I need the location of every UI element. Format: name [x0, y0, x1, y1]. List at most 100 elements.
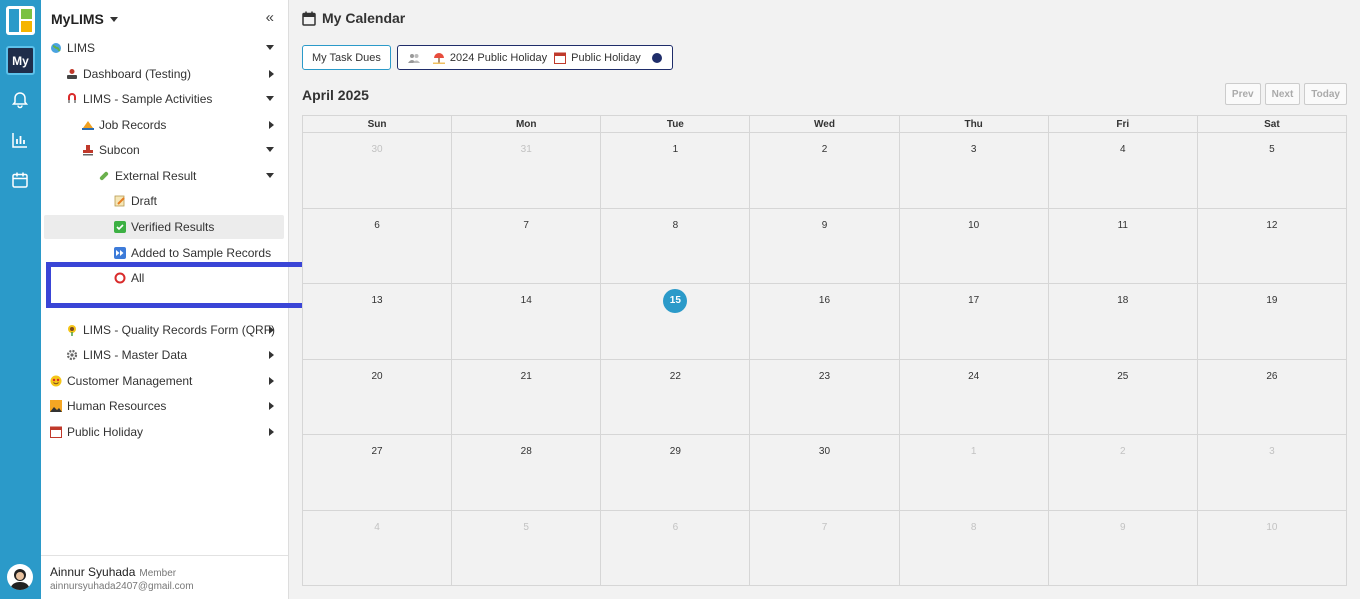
calendar-day[interactable]: 16: [750, 284, 900, 359]
user-profile[interactable]: Ainnur Syuhada Member ainnursyuhada2407@g…: [41, 555, 288, 599]
calendar-day[interactable]: 28: [452, 435, 602, 510]
calendar-day[interactable]: 13: [303, 284, 453, 359]
my-task-dues-button[interactable]: My Task Dues: [302, 45, 391, 70]
calendar-day[interactable]: 14: [452, 284, 602, 359]
sidebar-item-public-holiday[interactable]: Public Holiday: [44, 420, 284, 444]
calendar-day[interactable]: 24: [900, 359, 1049, 434]
calendar-day[interactable]: 2: [1049, 435, 1198, 510]
calendar-day[interactable]: 17: [900, 284, 1049, 359]
calendar-day[interactable]: 21: [452, 359, 602, 434]
weekday-label: Sat: [1264, 119, 1280, 130]
calendar-day[interactable]: 9: [1049, 510, 1198, 586]
holiday-filter-button[interactable]: 2024 Public Holiday Public Holiday: [396, 45, 673, 70]
star-face-icon: [50, 375, 62, 387]
calendar-day[interactable]: 7: [452, 208, 602, 283]
sidebar-item-label: Customer Management: [67, 374, 193, 388]
my-button[interactable]: My: [6, 46, 35, 75]
calendar-day[interactable]: 3: [900, 133, 1049, 208]
bell-icon[interactable]: [11, 91, 29, 109]
calendar-icon: [554, 52, 567, 64]
calendar-day[interactable]: 30: [303, 133, 453, 208]
calendar-day[interactable]: 7: [750, 510, 900, 586]
calendar-day[interactable]: 5: [1198, 133, 1346, 208]
sidebar-item-sample-activities[interactable]: LIMS - Sample Activities: [44, 87, 284, 111]
month-label: April 2025: [302, 87, 369, 103]
sidebar-item-human-resources[interactable]: Human Resources: [44, 394, 284, 418]
calendar-week: 27 28 29 30 1 2 3: [303, 435, 1346, 511]
weekday-label: Fri: [1049, 116, 1198, 132]
calendar-nav-icon[interactable]: [11, 171, 29, 189]
globe-icon: [50, 42, 62, 54]
calendar-day[interactable]: 30: [750, 435, 900, 510]
calendar-day[interactable]: 6: [303, 208, 453, 283]
calendar-day[interactable]: 22: [601, 359, 751, 434]
holiday-2024-label: 2024 Public Holiday: [449, 51, 548, 64]
sidebar-item-job-records[interactable]: Job Records: [44, 113, 284, 137]
sidebar-item-qrf[interactable]: LIMS - Quality Records Form (QRF): [44, 318, 284, 342]
sidebar-item-customer-management[interactable]: Customer Management: [44, 369, 284, 393]
user-email: ainnursyuhada2407@gmail.com: [50, 581, 194, 592]
app-logo[interactable]: [6, 6, 35, 35]
next-button[interactable]: Next: [1264, 83, 1301, 105]
calendar-day[interactable]: 6: [601, 510, 751, 586]
calendar-day[interactable]: 12: [1198, 209, 1346, 284]
calendar-day[interactable]: 18: [1049, 284, 1198, 359]
collapse-sidebar-icon[interactable]: «: [266, 9, 274, 26]
weekday-header: Sun Mon Tue Wed Thu Fri Sat: [303, 116, 1346, 133]
calendar-day[interactable]: 29: [601, 435, 751, 510]
calendar-day[interactable]: 1: [900, 435, 1049, 510]
hat-icon: [82, 119, 94, 131]
calendar-day[interactable]: 10: [1198, 511, 1346, 587]
calendar-day[interactable]: 1: [601, 133, 751, 208]
sidebar-item-label: LIMS - Master Data: [83, 348, 188, 362]
sidebar-item-master-data[interactable]: LIMS - Master Data: [44, 343, 284, 367]
user-avatar[interactable]: [7, 564, 33, 590]
calendar-day[interactable]: 27: [303, 435, 453, 510]
chevron-down-icon: [266, 45, 274, 50]
calendar-day[interactable]: 8: [900, 510, 1049, 586]
calendar-day[interactable]: 19: [1198, 284, 1346, 359]
sidebar-item-dashboard[interactable]: Dashboard (Testing): [44, 62, 284, 86]
chart-icon[interactable]: [11, 131, 29, 149]
calendar-day[interactable]: 31: [452, 133, 602, 208]
calendar-day[interactable]: 4: [303, 510, 453, 586]
chevron-down-icon: [266, 173, 274, 178]
calendar-title-icon: [302, 11, 316, 26]
sidebar-item-draft[interactable]: Draft: [44, 189, 284, 213]
sidebar-item-lims[interactable]: LIMS: [44, 36, 284, 60]
prev-button[interactable]: Prev: [1224, 83, 1261, 105]
weekday-label: Tue: [601, 116, 751, 132]
calendar-day[interactable]: 9: [750, 208, 900, 283]
calendar-day-today[interactable]: 15: [601, 284, 751, 359]
calendar-day[interactable]: 3: [1198, 435, 1346, 510]
calendar-day[interactable]: 5: [452, 510, 602, 586]
sunflower-icon: [66, 324, 78, 336]
calendar-week: 4 5 6 7 8 9 10: [303, 510, 1346, 587]
calendar-day[interactable]: 11: [1049, 208, 1198, 283]
chevron-down-icon: [109, 16, 118, 22]
app-switcher[interactable]: MyLIMS: [51, 11, 118, 27]
stamp-icon: [82, 144, 94, 156]
calendar-day[interactable]: 20: [303, 359, 453, 434]
calendar-day[interactable]: 25: [1049, 359, 1198, 434]
sidebar-item-external-result[interactable]: External Result: [44, 164, 284, 188]
calendar-day[interactable]: 10: [900, 208, 1049, 283]
today-button[interactable]: Today: [1304, 83, 1347, 105]
sidebar-item-subcon[interactable]: Subcon: [44, 138, 284, 162]
calendar-day[interactable]: 23: [750, 359, 900, 434]
calendar-day[interactable]: 26: [1198, 360, 1346, 435]
pill-icon: [98, 170, 110, 182]
chevron-right-icon: [269, 326, 274, 334]
chevron-right-icon: [269, 402, 274, 410]
calendar-day[interactable]: 8: [601, 208, 751, 283]
sidebar-item-label: Dashboard (Testing): [83, 67, 192, 81]
calendar-day[interactable]: 4: [1049, 133, 1198, 208]
sidebar-item-label: Verified Results: [131, 220, 215, 234]
chevron-right-icon: [269, 70, 274, 78]
sidebar-item-verified-results[interactable]: Verified Results: [44, 215, 284, 239]
app-rail: My: [0, 0, 41, 599]
sidebar-item-label: Draft: [131, 194, 158, 208]
public-holiday-label: Public Holiday: [571, 51, 641, 64]
calendar-day[interactable]: 2: [750, 133, 900, 208]
main-content: My Calendar My Task Dues 2024 Public Hol…: [289, 0, 1360, 599]
